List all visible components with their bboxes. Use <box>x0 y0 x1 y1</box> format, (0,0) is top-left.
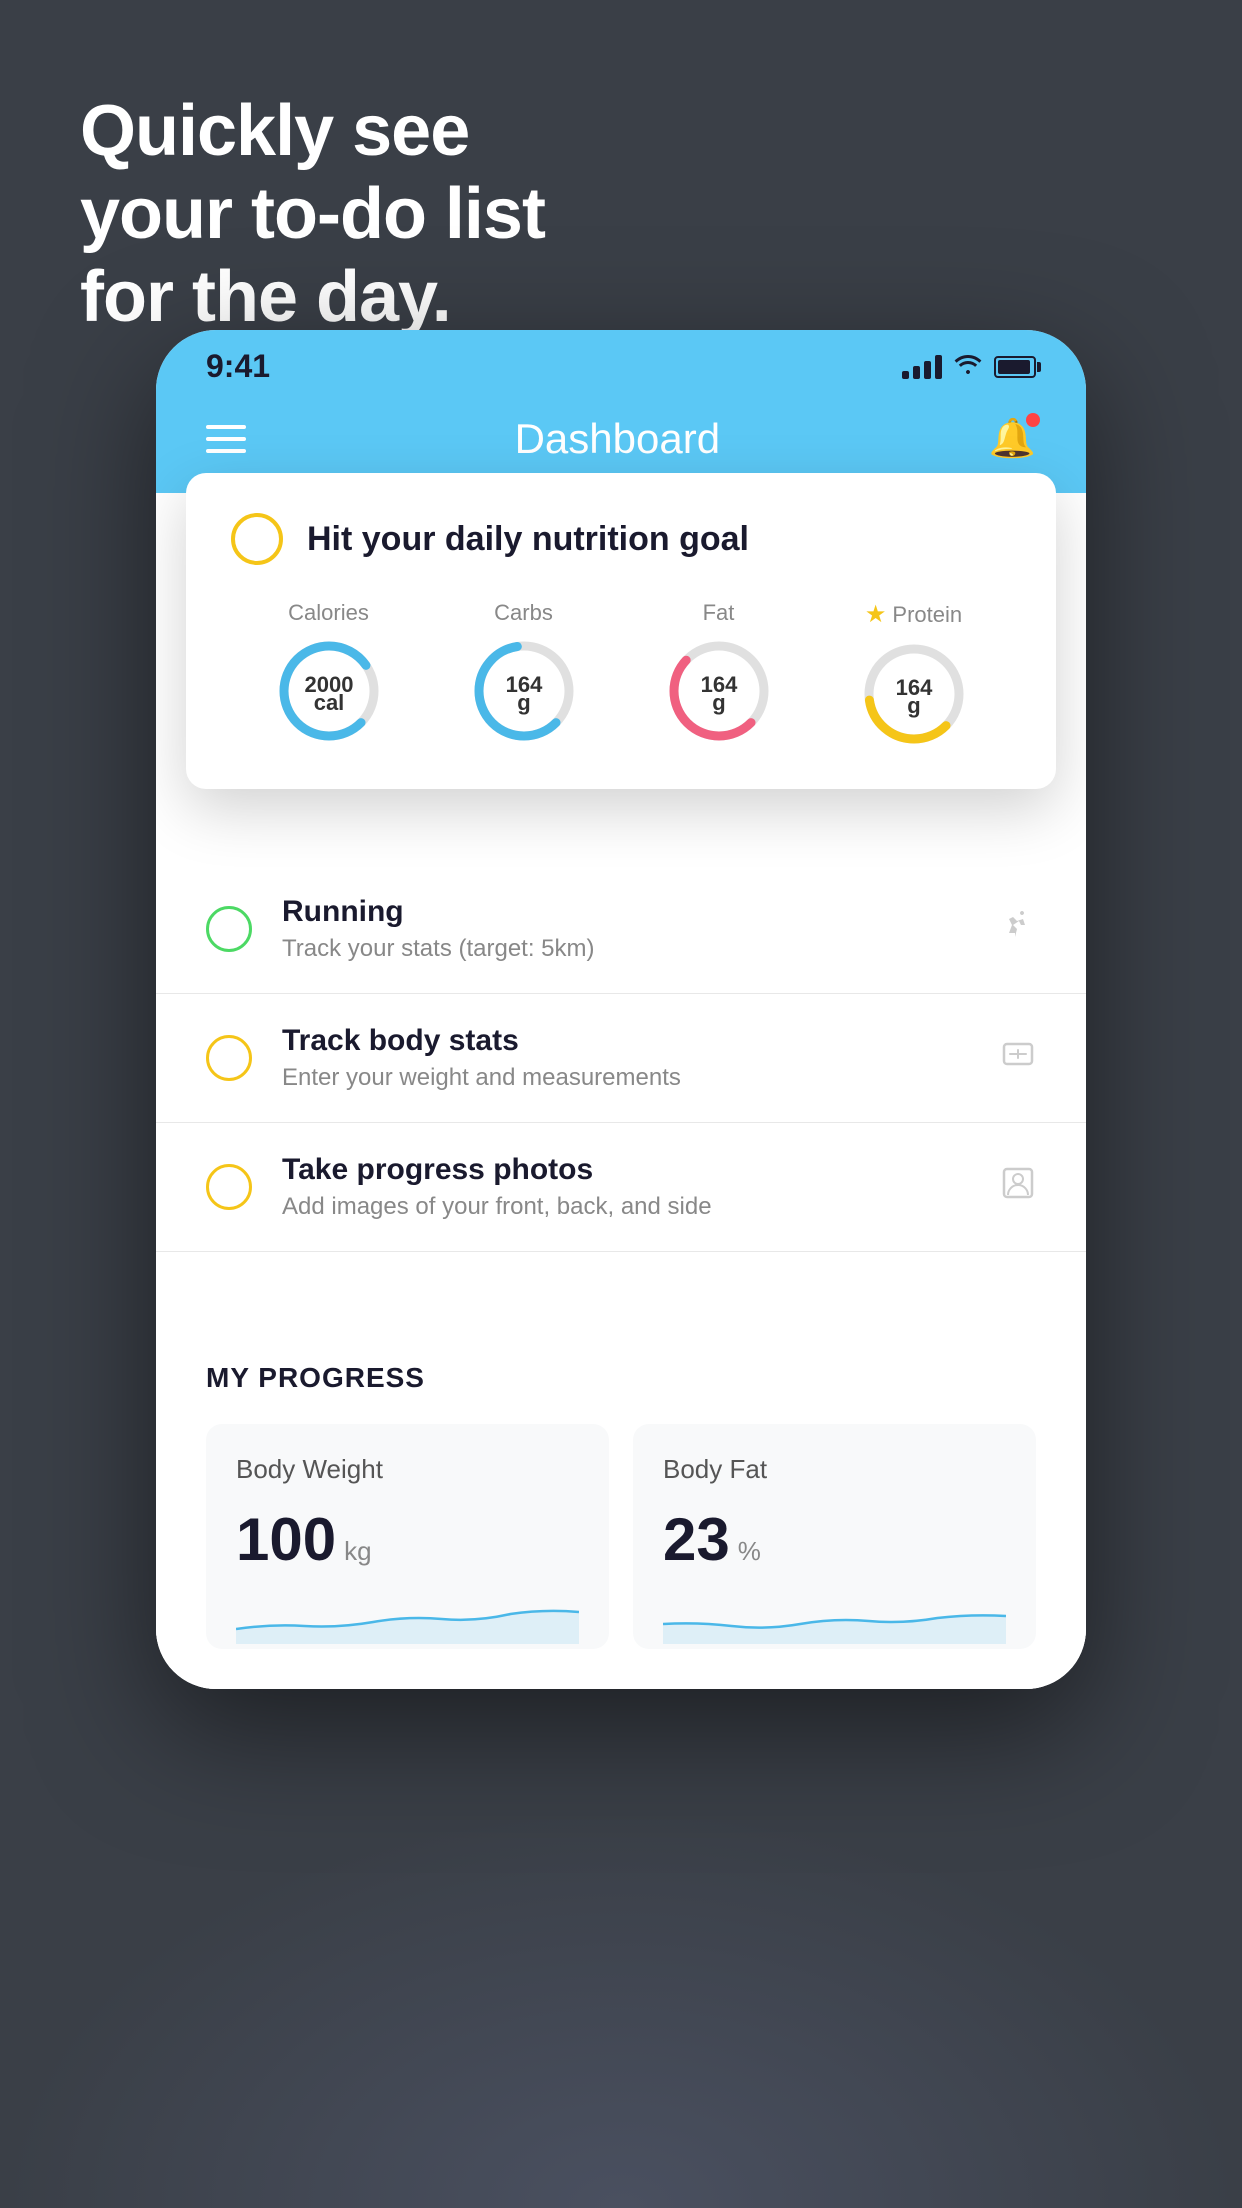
calories-ring: Calories 2000 cal <box>274 600 384 749</box>
spacer <box>156 1252 1086 1312</box>
calories-label: Calories <box>288 600 369 626</box>
todo-title-photos: Take progress photos <box>282 1153 970 1187</box>
body-fat-unit: % <box>738 1536 761 1567</box>
body-weight-unit: kg <box>344 1536 371 1567</box>
wifi-icon <box>954 352 982 381</box>
todo-circle-running <box>206 906 252 952</box>
body-fat-value: 23 % <box>663 1505 1006 1574</box>
todo-circle-photos <box>206 1164 252 1210</box>
progress-header: MY PROGRESS <box>206 1362 1036 1394</box>
nutrition-card: Hit your daily nutrition goal Calories 2… <box>186 473 1056 789</box>
star-icon: ★ <box>865 600 887 629</box>
body-fat-title: Body Fat <box>663 1454 1006 1485</box>
fat-label: Fat <box>703 600 735 626</box>
task-circle[interactable] <box>231 513 283 565</box>
todo-item-photos[interactable]: Take progress photos Add images of your … <box>156 1123 1086 1252</box>
svg-text:cal: cal <box>313 690 344 715</box>
todo-subtitle-body-stats: Enter your weight and measurements <box>282 1064 970 1092</box>
todo-subtitle-photos: Add images of your front, back, and side <box>282 1193 970 1221</box>
protein-ring: ★ Protein 164 g <box>859 600 969 749</box>
todo-item-running[interactable]: Running Track your stats (target: 5km) <box>156 865 1086 994</box>
status-bar: 9:41 <box>156 330 1086 395</box>
todo-title-body-stats: Track body stats <box>282 1024 970 1058</box>
nav-title: Dashboard <box>515 415 720 463</box>
body-weight-title: Body Weight <box>236 1454 579 1485</box>
headline: Quickly see your to-do list for the day. <box>80 90 545 338</box>
status-time: 9:41 <box>206 348 270 385</box>
scale-icon <box>1000 1036 1036 1081</box>
todo-item-body-stats[interactable]: Track body stats Enter your weight and m… <box>156 994 1086 1123</box>
progress-section: MY PROGRESS Body Weight 100 kg Body Fat <box>156 1312 1086 1689</box>
progress-cards: Body Weight 100 kg Body Fat 23 % <box>206 1424 1036 1649</box>
body-fat-chart <box>663 1594 1006 1644</box>
body-fat-card[interactable]: Body Fat 23 % <box>633 1424 1036 1649</box>
nutrition-rings: Calories 2000 cal Carbs 164 g <box>231 600 1011 749</box>
content-area: THINGS TO DO TODAY Hit your daily nutrit… <box>156 493 1086 1689</box>
carbs-ring: Carbs 164 g <box>469 600 579 749</box>
running-icon <box>1000 907 1036 952</box>
notification-dot <box>1026 413 1040 427</box>
svg-text:g: g <box>517 690 530 715</box>
status-icons <box>902 352 1036 381</box>
body-weight-number: 100 <box>236 1505 336 1574</box>
carbs-label: Carbs <box>494 600 553 626</box>
svg-text:g: g <box>907 693 920 718</box>
body-weight-card[interactable]: Body Weight 100 kg <box>206 1424 609 1649</box>
signal-icon <box>902 355 942 379</box>
todo-subtitle-running: Track your stats (target: 5km) <box>282 935 970 963</box>
card-title: Hit your daily nutrition goal <box>307 520 749 559</box>
notification-bell[interactable]: 🔔 <box>989 417 1036 461</box>
fat-ring: Fat 164 g <box>664 600 774 749</box>
body-weight-value: 100 kg <box>236 1505 579 1574</box>
protein-label: ★ Protein <box>865 600 962 629</box>
todo-title-running: Running <box>282 895 970 929</box>
person-icon <box>1000 1165 1036 1210</box>
phone-mockup: 9:41 Dashboard 🔔 <box>156 330 1086 1689</box>
battery-icon <box>994 356 1036 378</box>
hamburger-menu[interactable] <box>206 425 246 453</box>
svg-text:g: g <box>712 690 725 715</box>
todo-circle-body-stats <box>206 1035 252 1081</box>
body-fat-number: 23 <box>663 1505 730 1574</box>
body-weight-chart <box>236 1594 579 1644</box>
card-header: Hit your daily nutrition goal <box>231 513 1011 565</box>
